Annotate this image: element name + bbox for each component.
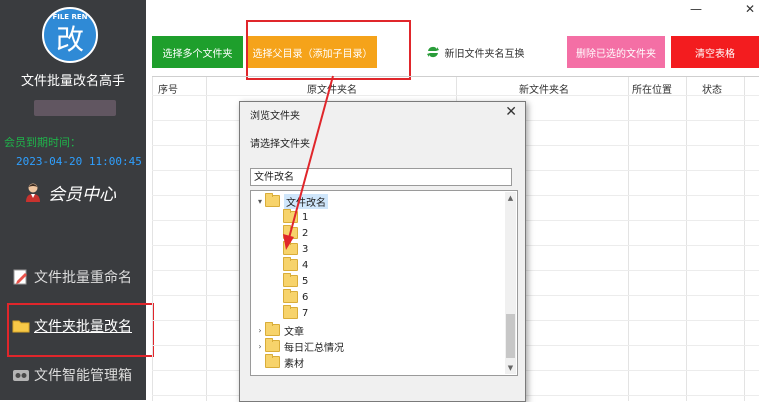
- swap-names-label: 新旧文件夹名互换: [444, 48, 525, 60]
- scroll-up-arrow-icon[interactable]: ▲: [505, 192, 516, 204]
- expand-arrow-icon[interactable]: ▾: [255, 197, 265, 206]
- sidebar-item-label: 文件智能管理箱: [34, 368, 132, 384]
- tree-node-label: 3: [302, 243, 309, 255]
- member-center-label: 会员中心: [48, 184, 116, 205]
- logo-text: FILE REN: [52, 13, 88, 21]
- annotation-box-sidebar: [7, 303, 154, 357]
- tree-node-label: 6: [302, 291, 309, 303]
- rename-icon: [13, 269, 27, 285]
- tree-node-label: 5: [302, 275, 309, 287]
- tree-node-label: 素材: [284, 358, 304, 370]
- table-column-line: [686, 77, 687, 401]
- swap-names-button[interactable]: 新旧文件夹名互换: [420, 36, 530, 68]
- tree-node-label: 1: [302, 211, 309, 223]
- folder-icon: [283, 225, 298, 239]
- manage-icon: [13, 370, 29, 381]
- folder-icon: [265, 338, 280, 352]
- folder-icon: [283, 289, 298, 303]
- sidebar-item-label: 文件批量重命名: [34, 270, 132, 286]
- sidebar-item-file-rename[interactable]: 文件批量重命名: [12, 265, 132, 289]
- tree-node[interactable]: › 每日汇总情况: [255, 338, 344, 354]
- logo-char: 改: [55, 23, 84, 56]
- header-original-name[interactable]: 原文件夹名: [307, 81, 357, 96]
- folder-icon: [265, 354, 280, 368]
- delete-selected-button[interactable]: 删除已选的文件夹: [567, 36, 665, 68]
- tree-node-label: 文章: [284, 326, 304, 338]
- tree-node[interactable]: 5: [283, 273, 308, 289]
- header-status[interactable]: 状态: [702, 81, 722, 96]
- dialog-close-button[interactable]: ✕: [505, 104, 517, 120]
- table-column-line: [206, 77, 207, 401]
- tree-node[interactable]: › 文章: [255, 322, 304, 338]
- app-title: 文件批量改名高手: [20, 74, 125, 89]
- browse-folder-dialog: 浏览文件夹 ✕ 请选择文件夹 文件改名 ▾ 文件改名 1 2 3 4 5 6 7…: [239, 101, 526, 402]
- tree-node-label: 4: [302, 259, 309, 271]
- folder-icon: [283, 209, 298, 223]
- sidebar-item-smart-manage[interactable]: 文件智能管理箱: [12, 363, 132, 387]
- folder-icon: [283, 273, 298, 287]
- member-avatar-icon: [26, 183, 40, 202]
- scroll-down-arrow-icon[interactable]: ▼: [505, 362, 516, 374]
- folder-icon: [283, 241, 298, 255]
- header-index[interactable]: 序号: [158, 81, 178, 96]
- tree-node-label: 文件改名: [284, 193, 328, 209]
- folder-tree: ▾ 文件改名 1 2 3 4 5 6 7 › 文章 › 每日汇总情况 素材 ▲ …: [250, 190, 518, 376]
- tree-node[interactable]: 6: [283, 289, 308, 305]
- member-center-button[interactable]: 会员中心: [24, 180, 116, 205]
- table-column-line: [628, 77, 629, 401]
- tree-node-label: 2: [302, 227, 309, 239]
- swap-icon: [426, 46, 439, 58]
- close-window-button[interactable]: ✕: [745, 2, 755, 16]
- select-multiple-folders-button[interactable]: 选择多个文件夹: [152, 36, 243, 68]
- header-new-name[interactable]: 新文件夹名: [519, 81, 569, 96]
- select-parent-directory-button[interactable]: 选择父目录（添加子目录）: [248, 36, 377, 68]
- app-logo: FILE REN 改: [42, 7, 98, 63]
- tree-node[interactable]: 2: [283, 225, 308, 241]
- folder-icon: [283, 257, 298, 271]
- tree-scrollbar[interactable]: ▲ ▼: [505, 192, 516, 374]
- tree-node[interactable]: 7: [283, 305, 308, 321]
- folder-icon: [283, 305, 298, 319]
- tree-node[interactable]: 素材: [265, 354, 304, 370]
- tree-node-label: 7: [302, 307, 309, 319]
- clear-table-button[interactable]: 清空表格: [671, 36, 759, 68]
- folder-icon: [265, 322, 280, 336]
- member-expiry-date: 2023-04-20 11:00:45: [16, 155, 142, 168]
- dialog-prompt: 请选择文件夹: [250, 139, 310, 150]
- folder-path-input[interactable]: 文件改名: [250, 168, 512, 186]
- expand-arrow-icon[interactable]: ›: [255, 342, 265, 351]
- blurred-username: [34, 100, 116, 116]
- tree-node-label: 每日汇总情况: [284, 342, 344, 354]
- dialog-title: 浏览文件夹: [250, 111, 300, 122]
- tree-node[interactable]: 3: [283, 241, 308, 257]
- folder-icon: [265, 193, 280, 207]
- scrollbar-thumb[interactable]: [506, 314, 515, 358]
- expand-arrow-icon[interactable]: ›: [255, 326, 265, 335]
- tree-node[interactable]: ▾ 文件改名: [255, 193, 328, 209]
- table-row-line: [152, 95, 759, 96]
- minimize-button[interactable]: —: [690, 2, 702, 16]
- table-column-line: [744, 77, 745, 401]
- member-expiry-label: 会员到期时间：: [4, 136, 81, 149]
- tree-node[interactable]: 4: [283, 257, 308, 273]
- table-column-line: [152, 77, 153, 401]
- tree-node[interactable]: 1: [283, 209, 308, 225]
- header-location[interactable]: 所在位置: [632, 81, 672, 96]
